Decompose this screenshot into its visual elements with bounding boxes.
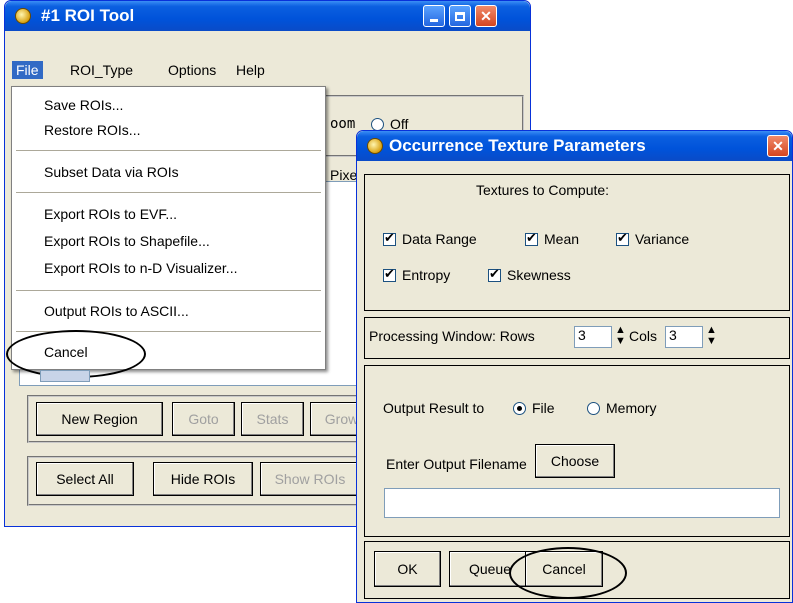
radio-memory-button[interactable] [587,402,600,415]
dialog-title: Occurrence Texture Parameters [389,136,646,155]
maximize-button[interactable] [449,5,471,27]
checkbox-label: Data Range [402,231,477,247]
cols-label: Cols [629,328,658,344]
menu-help[interactable]: Help [236,62,265,78]
new-region-button[interactable]: New Region [36,402,163,436]
menu-options[interactable]: Options [168,62,216,78]
checkbox-mean[interactable]: Mean [525,230,580,247]
roi-tool-titlebar[interactable]: #1 ROI Tool ✕ [5,1,530,31]
checkbox-mean-box[interactable] [525,230,538,246]
window-title: #1 ROI Tool [41,6,135,25]
choose-button[interactable]: Choose [535,444,615,478]
minimize-button[interactable] [423,5,445,27]
menu-separator [16,192,321,193]
menu-item-subset-data[interactable]: Subset Data via ROIs [44,164,179,180]
menu-separator [16,290,321,291]
textures-heading: Textures to Compute: [476,182,610,198]
show-rois-button[interactable]: Show ROIs [260,462,360,496]
hide-rois-button[interactable]: Hide ROIs [153,462,253,496]
dialog-close-button[interactable]: ✕ [767,135,789,157]
checkbox-skewness-box[interactable] [488,266,501,282]
checkbox-label: Mean [544,231,580,247]
radio-file-button[interactable] [513,402,526,415]
radio-label: Memory [606,400,657,416]
filename-label: Enter Output Filename [386,456,527,472]
app-icon [367,138,383,154]
checkbox-variance[interactable]: Variance [616,230,690,247]
menu-item-save-rois[interactable]: Save ROIs... [44,97,123,113]
maximize-icon [455,11,465,21]
ok-button[interactable]: OK [374,551,441,587]
menu-item-export-evf[interactable]: Export ROIs to EVF... [44,206,177,222]
checkbox-variance-box[interactable] [616,230,629,246]
cols-spinner-icon[interactable]: ▲ ▼ [706,325,717,347]
radio-file[interactable]: File [513,400,555,416]
app-icon [15,8,31,24]
cols-input[interactable]: 3 [665,326,703,348]
checkbox-label: Variance [635,231,690,247]
close-icon: ✕ [772,137,784,154]
checkbox-label: Skewness [507,267,571,283]
checkbox-entropy-box[interactable] [383,266,396,282]
menu-item-export-nd[interactable]: Export ROIs to n-D Visualizer... [44,260,237,276]
rows-value: 3 [578,327,586,343]
stats-button[interactable]: Stats [241,402,304,436]
scroll-arrow-icon [40,370,90,382]
minimize-icon [430,18,438,22]
output-group: Output Result to File Memory Enter Outpu… [364,365,790,537]
checkbox-data-range[interactable]: Data Range [383,230,477,247]
close-icon: ✕ [480,7,492,24]
checkbox-entropy[interactable]: Entropy [383,266,451,283]
processing-window-group: Processing Window: Rows 3 ▲ ▼ Cols 3 ▲ ▼ [364,317,790,359]
textures-group: Textures to Compute: Data Range Mean Var… [364,174,790,311]
menu-separator [16,150,321,151]
menu-item-output-ascii[interactable]: Output ROIs to ASCII... [44,303,189,319]
texture-dialog: Occurrence Texture Parameters ✕ Textures… [356,130,793,603]
close-button[interactable]: ✕ [475,5,497,27]
menu-roi-type[interactable]: ROI_Type [70,62,133,78]
cancel-button-highlight-ellipse [509,547,627,599]
file-menu-dropdown: Save ROIs... Restore ROIs... Subset Data… [11,86,326,370]
zoom-label: oom [330,116,356,132]
goto-button[interactable]: Goto [172,402,235,436]
radio-label: File [532,400,555,416]
radio-memory[interactable]: Memory [587,400,657,416]
menu-file[interactable]: File [12,61,43,79]
checkbox-data-range-box[interactable] [383,230,396,246]
processing-window-label: Processing Window: Rows [369,328,535,344]
checkbox-skewness[interactable]: Skewness [488,266,571,283]
cols-value: 3 [669,327,677,343]
menubar: File ROI_Type Options Help [8,60,526,84]
checkbox-label: Entropy [402,267,451,283]
texture-dialog-titlebar[interactable]: Occurrence Texture Parameters ✕ [357,131,792,161]
menu-item-export-shapefile[interactable]: Export ROIs to Shapefile... [44,233,210,249]
rows-input[interactable]: 3 [574,326,612,348]
rows-spinner-icon[interactable]: ▲ ▼ [615,325,626,347]
menu-item-restore-rois[interactable]: Restore ROIs... [44,122,140,138]
select-all-button[interactable]: Select All [36,462,134,496]
filename-input[interactable] [384,488,780,518]
output-result-label: Output Result to [383,400,485,416]
